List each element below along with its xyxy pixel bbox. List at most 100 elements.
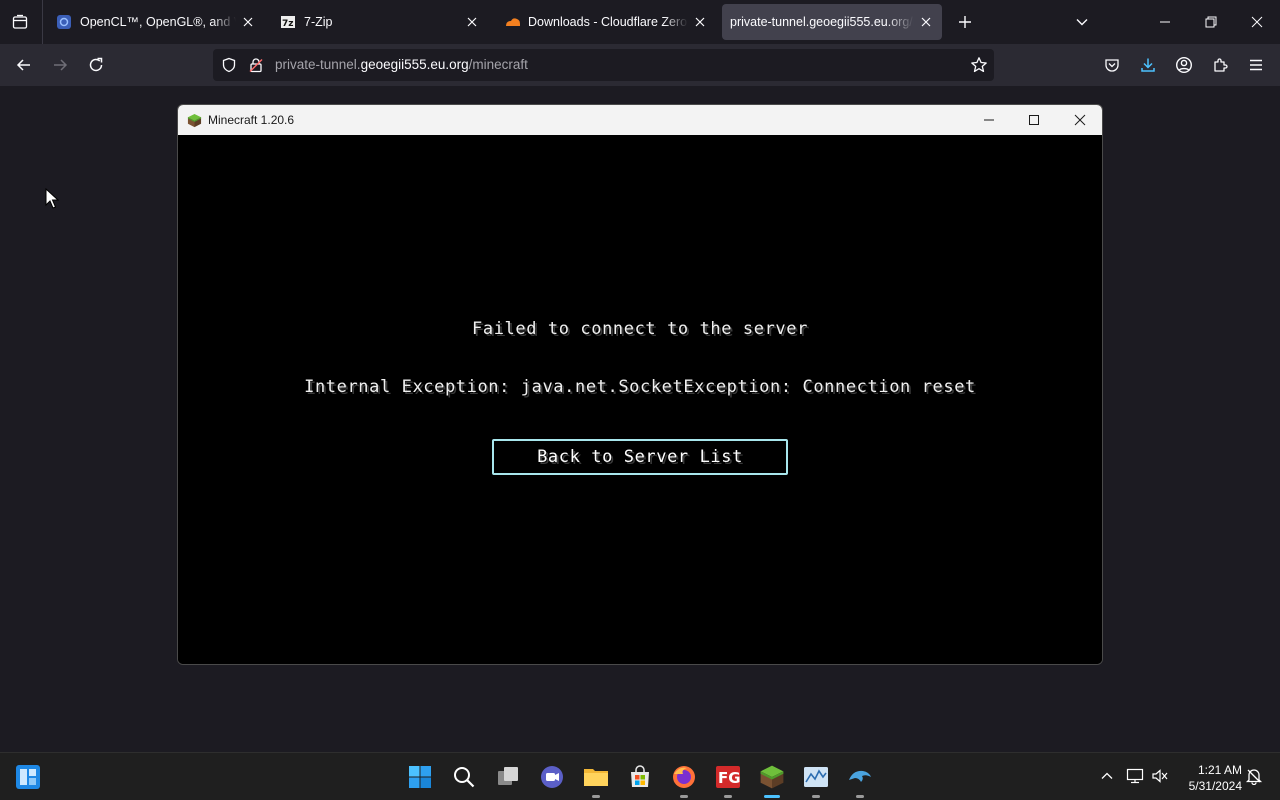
pocket-icon	[1105, 59, 1119, 72]
widgets-button[interactable]	[12, 761, 44, 793]
tab-title: private-tunnel.geoegii555.eu.org/minecra…	[730, 15, 914, 29]
url-prefix: private-tunnel.	[275, 57, 361, 72]
minecraft-minimize-button[interactable]	[966, 105, 1012, 135]
url-bar[interactable]: private-tunnel.geoegii555.eu.org/minecra…	[213, 49, 994, 81]
volume-tray-icon[interactable]	[1149, 765, 1171, 787]
tab-private-tunnel[interactable]: private-tunnel.geoegii555.eu.org/minecra…	[722, 4, 942, 40]
forward-button[interactable]	[46, 52, 74, 78]
show-hidden-icons-button[interactable]	[1096, 765, 1118, 787]
active-window-indicator	[764, 795, 780, 798]
url-host: geoegii555.eu.org	[360, 57, 469, 72]
task-view-icon	[498, 767, 518, 785]
minecraft-grass-block-icon	[187, 113, 202, 128]
reload-button[interactable]	[82, 52, 110, 78]
monitor-graph-icon	[804, 767, 828, 787]
tab-opencl[interactable]: OpenCL™, OpenGL®, and Vulkan® Compatibil…	[46, 4, 264, 40]
tab-cloudflare-downloads[interactable]: Downloads - Cloudflare Zero Trust	[494, 4, 716, 40]
search-icon	[454, 767, 475, 788]
app-menu-button[interactable]	[1242, 52, 1270, 78]
tracking-protection-button[interactable]	[217, 53, 241, 77]
close-icon	[1251, 16, 1263, 28]
widgets-icon	[16, 765, 40, 789]
taskbar-clock[interactable]: 1:21 AM 5/31/2024	[1176, 762, 1242, 794]
extensions-button[interactable]	[1206, 52, 1234, 78]
restore-window-button[interactable]	[1188, 0, 1234, 44]
chat-button[interactable]	[536, 761, 568, 793]
button-label: Back to Server List	[537, 447, 743, 467]
list-all-tabs-button[interactable]	[1070, 10, 1094, 34]
back-to-server-list-button[interactable]: Back to Server List	[492, 439, 788, 475]
folder-icon	[584, 769, 608, 786]
clock-time: 1:21 AM	[1197, 763, 1242, 777]
task-view-button[interactable]	[492, 761, 524, 793]
cloudflare-favicon-icon	[504, 14, 520, 30]
fg-app-icon: FG	[716, 766, 741, 788]
account-icon	[1175, 56, 1193, 74]
restore-icon	[1205, 16, 1217, 28]
minecraft-window-title: Minecraft 1.20.6	[208, 113, 295, 127]
reload-icon	[89, 57, 103, 72]
minimize-window-button[interactable]	[1142, 0, 1188, 44]
account-button[interactable]	[1170, 52, 1198, 78]
arrow-left-icon	[16, 59, 30, 71]
running-indicator	[724, 795, 732, 798]
notifications-button[interactable]	[1243, 765, 1265, 787]
svg-text:FG: FG	[718, 769, 741, 787]
star-icon	[971, 57, 987, 73]
minecraft-game-screen: Failed to connect to the server Internal…	[178, 135, 1102, 664]
downloads-button[interactable]	[1134, 52, 1162, 78]
network-icon	[1126, 768, 1144, 784]
minecraft-maximize-button[interactable]	[1011, 105, 1057, 135]
file-explorer-button[interactable]	[580, 761, 612, 798]
close-tab-icon[interactable]	[464, 14, 480, 30]
start-button[interactable]	[404, 761, 436, 793]
fg-app-button[interactable]: FG	[712, 761, 744, 798]
resource-monitor-button[interactable]	[800, 761, 832, 798]
hamburger-menu-icon	[1250, 59, 1262, 71]
shield-icon	[222, 57, 236, 73]
pocket-button[interactable]	[1098, 52, 1126, 78]
firefox-view-button[interactable]	[8, 10, 32, 34]
tab-7zip[interactable]: 7z 7-Zip	[270, 4, 488, 40]
svg-text:7z: 7z	[282, 19, 294, 29]
close-icon	[1074, 114, 1086, 126]
minecraft-close-button[interactable]	[1057, 105, 1102, 135]
microsoft-store-button[interactable]	[624, 761, 656, 793]
error-detail: Internal Exception: java.net.SocketExcep…	[304, 377, 976, 397]
running-indicator	[592, 795, 600, 798]
dolphin-app-button[interactable]	[844, 761, 876, 798]
minecraft-grass-block-icon	[760, 765, 784, 789]
chat-icon	[541, 766, 563, 788]
minecraft-titlebar[interactable]: Minecraft 1.20.6	[178, 105, 1102, 135]
mouse-pointer-icon	[45, 188, 59, 209]
error-title: Failed to connect to the server	[472, 319, 808, 339]
close-tab-icon[interactable]	[240, 14, 256, 30]
close-tab-icon[interactable]	[918, 14, 934, 30]
running-indicator	[812, 795, 820, 798]
close-tab-icon[interactable]	[692, 14, 708, 30]
chevron-up-icon	[1101, 772, 1113, 779]
url-text[interactable]: private-tunnel.geoegii555.eu.org/minecra…	[275, 57, 528, 72]
network-tray-icon[interactable]	[1124, 765, 1146, 787]
minecraft-launcher-button[interactable]	[756, 761, 788, 798]
navigation-toolbar: private-tunnel.geoegii555.eu.org/minecra…	[0, 44, 1280, 86]
opencl-favicon-icon	[56, 14, 72, 30]
tab-strip: OpenCL™, OpenGL®, and Vulkan® Compatibil…	[0, 0, 1280, 44]
firefox-icon	[673, 766, 695, 788]
firefox-view-icon	[12, 14, 28, 29]
download-icon	[1141, 58, 1155, 72]
site-info-button[interactable]	[244, 53, 268, 77]
back-button[interactable]	[10, 52, 38, 78]
minecraft-window: Minecraft 1.20.6 Failed to connect to th…	[177, 104, 1103, 665]
search-button[interactable]	[448, 761, 480, 793]
firefox-button[interactable]	[668, 761, 700, 798]
new-tab-button[interactable]	[953, 10, 977, 34]
running-indicator	[856, 795, 864, 798]
bookmark-star-button[interactable]	[967, 53, 991, 77]
plus-icon	[959, 16, 971, 28]
chevron-down-icon	[1076, 19, 1088, 26]
url-path: /minecraft	[468, 57, 528, 72]
notification-bell-icon	[1245, 769, 1263, 785]
close-window-button[interactable]	[1234, 0, 1280, 44]
minimize-icon	[984, 119, 994, 121]
